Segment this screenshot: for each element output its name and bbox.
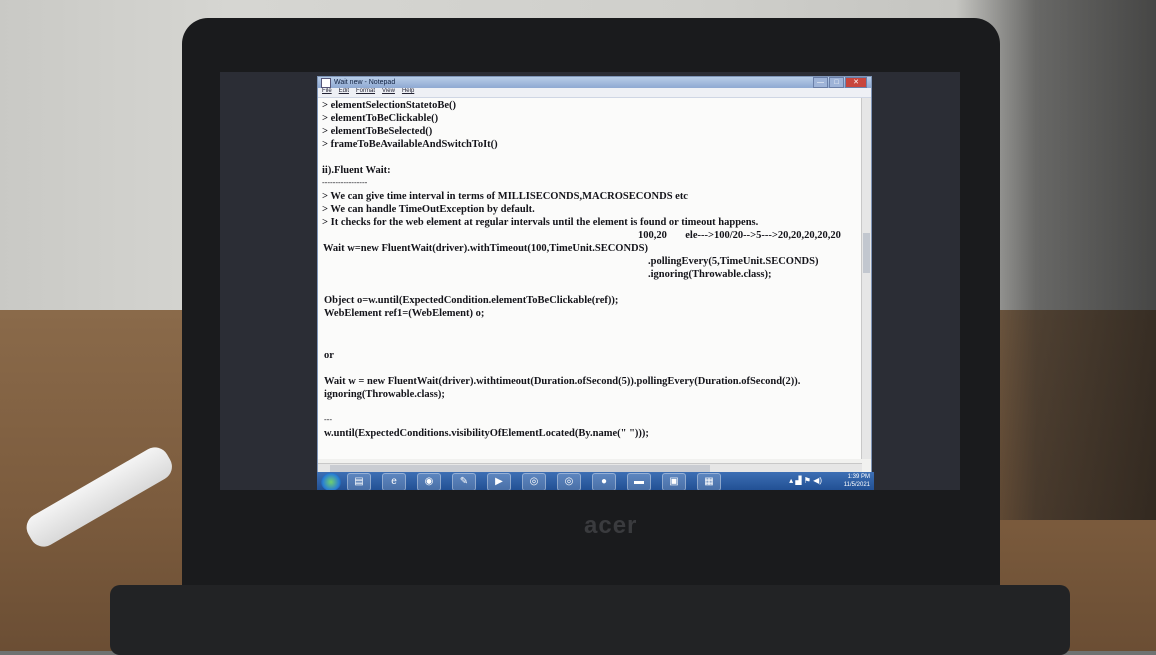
title-bar[interactable]: Wait new - Notepad — □ ✕ (318, 77, 871, 88)
editor-line: > elementSelectionStatetoBe() (322, 100, 456, 111)
editor-line: w.until(ExpectedConditions.visibilityOfE… (324, 428, 649, 439)
editor-line: Object o=w.until(ExpectedCondition.eleme… (324, 295, 619, 306)
app-blue-icon[interactable]: ▬ (627, 473, 651, 490)
clock-time: 1:39 PM (847, 474, 870, 480)
editor-line: --- (324, 415, 332, 424)
minimize-button[interactable]: — (813, 77, 828, 88)
notepad-taskbar-icon[interactable]: ▦ (697, 473, 721, 490)
clock[interactable]: 1:39 PM 11/5/2021 (844, 473, 870, 489)
image-viewer-icon[interactable]: ▣ (662, 473, 686, 490)
menu-format[interactable]: Format (356, 88, 375, 97)
menu-view[interactable]: View (382, 88, 395, 97)
paint-icon[interactable]: ✎ (452, 473, 476, 490)
tray-icons[interactable]: ▴ ▟ ⚑ ◀) (789, 476, 822, 485)
editor-line: > elementToBeClickable() (322, 113, 439, 124)
maximize-button[interactable]: □ (829, 77, 844, 88)
file-explorer-icon[interactable]: ▤ (347, 473, 371, 490)
editor-line: .pollingEvery(5,TimeUnit.SECONDS) (648, 256, 819, 267)
editor-line: > elementToBeSelected() (322, 126, 433, 137)
chrome-icon[interactable]: ◎ (557, 473, 581, 490)
internet-explorer-icon[interactable]: e (382, 473, 406, 490)
editor-line: .ignoring(Throwable.class); (648, 269, 772, 280)
editor-line: > We can give time interval in terms of … (322, 191, 688, 202)
editor-line: WebElement ref1=(WebElement) o; (324, 308, 485, 319)
laptop-screen: Wait new - Notepad — □ ✕ File Edit Forma… (220, 72, 960, 490)
menu-help[interactable]: Help (402, 88, 414, 97)
vertical-scrollbar[interactable] (861, 98, 871, 459)
editor-line: > It checks for the web element at regul… (322, 217, 759, 228)
laptop-base (110, 585, 1070, 655)
notepad-window: Wait new - Notepad — □ ✕ File Edit Forma… (317, 76, 872, 474)
close-button[interactable]: ✕ (845, 77, 867, 88)
chrome-dev-icon[interactable]: ◎ (522, 473, 546, 490)
editor-line: ----------------- (322, 178, 368, 187)
window-title: Wait new - Notepad (334, 79, 396, 86)
editor-line: > We can handle TimeOutException by defa… (322, 204, 535, 215)
editor-line: 100,20 ele--->100/20-->5--->20,20,20,20,… (638, 230, 841, 241)
laptop-logo: acer (584, 512, 638, 539)
taskbar: ▤ e ◉ ✎ ▶ ◎ ◎ ● ▬ ▣ ▦ ▴ ▟ ⚑ ◀) 1:39 PM 1… (317, 472, 874, 490)
notepad-icon (321, 77, 331, 88)
editor-line: ii).Fluent Wait: (322, 165, 391, 176)
media-player-icon[interactable]: ▶ (487, 473, 511, 490)
window-controls: — □ ✕ (812, 77, 867, 88)
horizontal-scroll-thumb[interactable] (330, 465, 710, 472)
zoom-icon[interactable]: ◉ (417, 473, 441, 490)
editor-line: Wait w=new FluentWait(driver).withTimeou… (323, 243, 648, 254)
menu-edit[interactable]: Edit (339, 88, 349, 97)
clock-date: 11/5/2021 (843, 482, 870, 488)
start-button[interactable] (321, 473, 341, 490)
firefox-icon[interactable]: ● (592, 473, 616, 490)
menu-file[interactable]: File (322, 88, 332, 97)
text-editor[interactable]: > elementSelectionStatetoBe() > elementT… (318, 98, 871, 459)
vertical-scroll-thumb[interactable] (863, 233, 870, 273)
editor-line: > frameToBeAvailableAndSwitchToIt() (322, 139, 498, 150)
menu-bar: File Edit Format View Help (318, 88, 871, 98)
editor-line: or (324, 350, 334, 361)
editor-line: ignoring(Throwable.class); (324, 389, 445, 400)
editor-line: Wait w = new FluentWait(driver).withtime… (324, 376, 801, 387)
